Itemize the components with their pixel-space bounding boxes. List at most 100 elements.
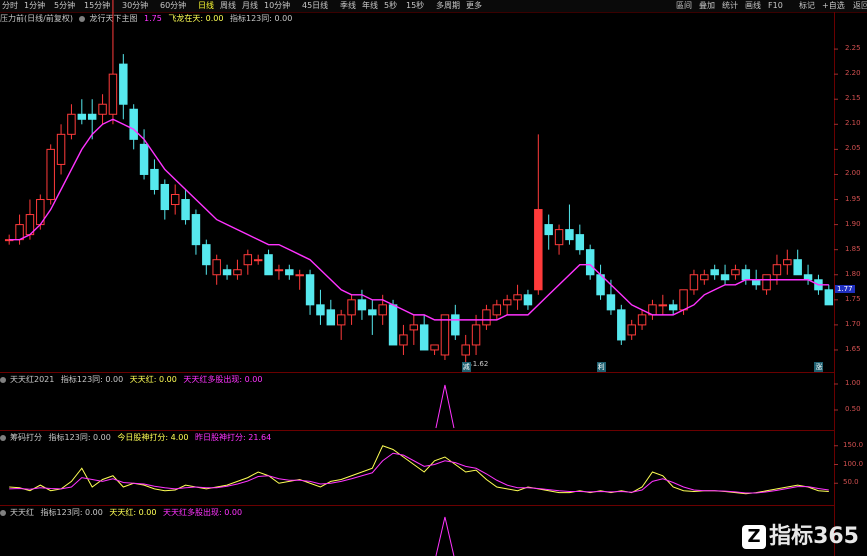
current-price-tag: 1.77 xyxy=(835,284,855,293)
candle-body xyxy=(471,324,481,346)
candle-body xyxy=(285,269,294,276)
price-axis-label: 1.65 xyxy=(845,344,861,353)
price-axis-label: 2.15 xyxy=(845,94,861,103)
panel2-spike xyxy=(435,384,455,429)
candle-body xyxy=(160,183,170,211)
candle-body xyxy=(347,299,356,316)
signal-badge: 利 xyxy=(596,362,606,372)
candle-body xyxy=(264,254,273,276)
candle-body xyxy=(565,229,574,241)
price-axis-label: 1.85 xyxy=(845,244,861,253)
candle-body xyxy=(679,289,688,311)
price-axis-label: 2.00 xyxy=(845,169,861,178)
candle-body xyxy=(502,299,512,306)
price-axis-label: 2.20 xyxy=(845,69,861,78)
panel3-axis-label: 150.0 xyxy=(843,440,864,449)
signal-badge: 减 xyxy=(461,362,471,372)
price-axis-label: 2.10 xyxy=(845,119,861,128)
candle-body xyxy=(461,344,470,356)
candle-body xyxy=(119,63,128,105)
candle-body xyxy=(77,113,87,120)
candle-body xyxy=(617,309,626,341)
candle-body xyxy=(357,299,367,311)
candle-body xyxy=(627,324,636,336)
candle-body xyxy=(803,274,813,281)
price-axis-label: 2.05 xyxy=(845,144,861,153)
candle-body xyxy=(554,229,564,246)
candle-body xyxy=(658,304,668,307)
candle-body xyxy=(544,224,553,236)
price-axis-label: 1.70 xyxy=(845,319,861,328)
candle-body xyxy=(575,234,585,251)
candle-body xyxy=(326,309,336,326)
panel3-axis-label: 50.0 xyxy=(843,478,859,487)
candle-body xyxy=(720,274,730,281)
candle-body xyxy=(513,294,522,301)
candle-body xyxy=(150,168,159,190)
ma-line xyxy=(9,118,829,321)
candle-body xyxy=(212,259,221,276)
candle-body xyxy=(243,254,253,266)
candle-body xyxy=(772,264,782,276)
panel2-axis-label: 0.50 xyxy=(845,405,861,413)
price-axis-label: 1.75 xyxy=(845,294,861,303)
stock-chart[interactable] xyxy=(0,0,867,556)
candle-body xyxy=(139,143,149,175)
candle-body xyxy=(751,279,761,286)
candle-body xyxy=(222,269,232,276)
low-marker-label: 1.62 xyxy=(472,360,489,368)
panel3-k-line xyxy=(9,445,829,495)
panel4-spike xyxy=(435,516,455,556)
candle-body xyxy=(668,304,678,311)
candle-body xyxy=(202,244,211,266)
candle-body xyxy=(46,148,55,201)
watermark-logo: Z 指标365 xyxy=(742,518,859,550)
candle-body xyxy=(98,103,107,115)
candle-body xyxy=(762,274,771,291)
candle-body xyxy=(637,314,647,326)
panel3-axis-label: 100.0 xyxy=(843,459,864,468)
candle-body xyxy=(741,269,751,281)
candle-body xyxy=(710,269,719,276)
panel3-d-line xyxy=(9,452,829,494)
candle-body xyxy=(700,274,709,281)
candle-body xyxy=(67,113,76,135)
logo-icon: Z xyxy=(742,525,767,549)
candle-body xyxy=(492,304,502,316)
candle-body xyxy=(378,304,387,316)
candle-body xyxy=(316,304,325,316)
candle-body xyxy=(108,73,118,115)
price-axis-label: 1.90 xyxy=(845,219,861,228)
candle-body xyxy=(451,314,460,336)
candle-body xyxy=(295,274,304,277)
candle-body xyxy=(689,274,699,291)
candle-body xyxy=(430,344,439,351)
candle-body xyxy=(191,214,201,246)
candle-body xyxy=(274,269,284,272)
watermark-text: 指标365 xyxy=(769,524,859,549)
candle-body xyxy=(419,324,429,351)
candle-body xyxy=(388,304,398,346)
candle-body xyxy=(793,259,802,276)
price-axis-label: 2.25 xyxy=(845,44,861,53)
candle-body xyxy=(399,334,408,346)
candle-body xyxy=(523,294,533,306)
candle-body xyxy=(409,324,419,331)
price-axis-label: 1.95 xyxy=(845,194,861,203)
candle-body xyxy=(824,289,834,306)
candle-body xyxy=(606,294,616,311)
candle-body xyxy=(368,309,377,316)
candle-body xyxy=(440,314,450,356)
candle-body xyxy=(305,274,315,306)
candle-body xyxy=(482,309,491,326)
candle-body xyxy=(783,259,792,266)
candle-body xyxy=(15,224,24,241)
candle-body xyxy=(731,269,740,276)
candle-body xyxy=(181,199,190,221)
panel2-axis-label: 1.00 xyxy=(845,379,861,387)
candle-body xyxy=(534,209,543,291)
candle-body xyxy=(336,314,346,326)
candle-body xyxy=(129,108,138,140)
candle-body xyxy=(170,194,180,206)
candle-body xyxy=(87,113,97,120)
